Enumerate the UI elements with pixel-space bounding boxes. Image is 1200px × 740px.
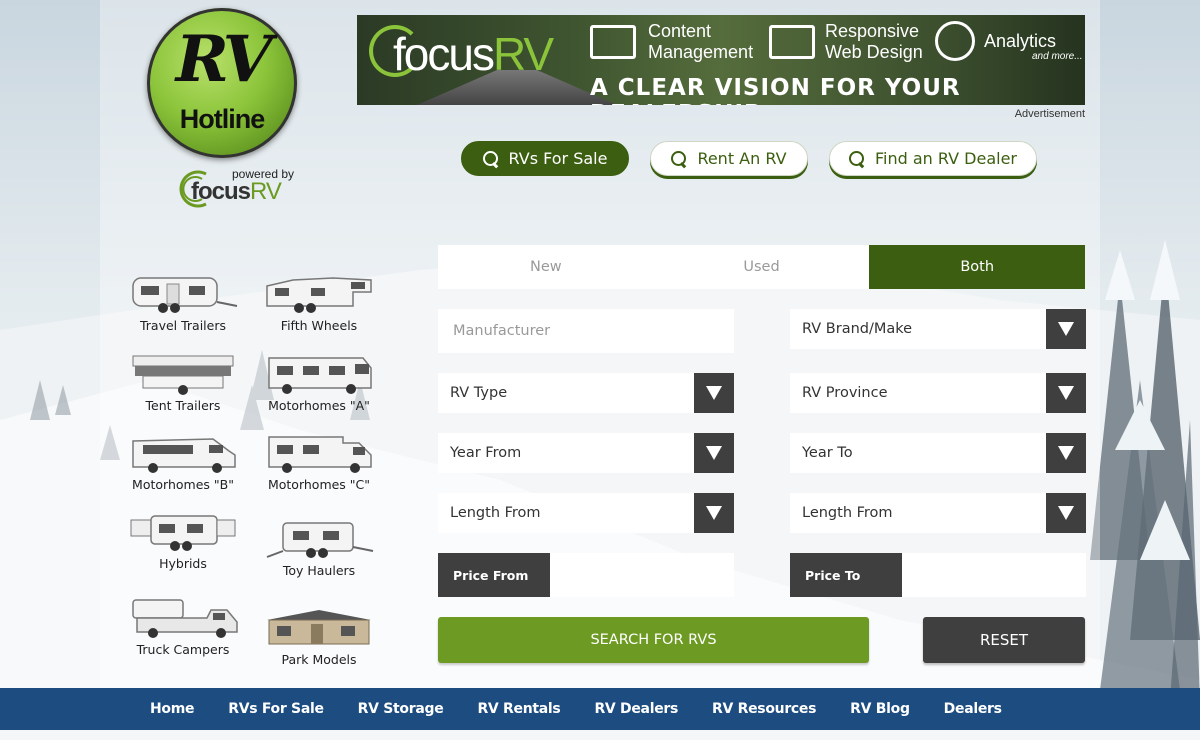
- search-icon: [848, 150, 865, 167]
- rv-type-park-models[interactable]: Park Models: [259, 606, 379, 667]
- banner-brand: focusRV: [393, 28, 554, 80]
- banner-feature-analytics: Analytics: [984, 31, 1057, 51]
- rv-type-label: Truck Campers: [136, 642, 230, 657]
- button-label: Find an RV Dealer: [874, 149, 1017, 168]
- price-to-input[interactable]: [902, 553, 1086, 597]
- rv-type-label: Toy Haulers: [282, 563, 356, 578]
- tab-new[interactable]: New: [438, 245, 654, 289]
- motorhome-c-icon: [268, 436, 372, 473]
- nav-rv-blog[interactable]: RV Blog: [850, 701, 910, 717]
- nav-rv-storage[interactable]: RV Storage: [358, 701, 444, 717]
- dropdown-arrow-icon: [694, 493, 734, 533]
- rv-type-travel-trailers[interactable]: Travel Trailers: [123, 272, 243, 333]
- nav-rv-dealers[interactable]: RV Dealers: [594, 701, 678, 717]
- reset-button[interactable]: RESET: [923, 617, 1085, 663]
- rv-type-label: Hybrids: [159, 556, 207, 571]
- year-to-select[interactable]: Year To: [790, 433, 1086, 473]
- content-management-icon: [590, 25, 636, 59]
- select-value: RV Province: [802, 385, 888, 401]
- select-value: Year To: [802, 445, 853, 461]
- button-label: RVs For Sale: [508, 149, 608, 168]
- button-label: Rent An RV: [697, 149, 787, 168]
- select-value: RV Brand/Make: [802, 321, 913, 337]
- main-navigation: Home RVs For Sale RV Storage RV Rentals …: [0, 688, 1200, 730]
- dropdown-arrow-icon: [1046, 493, 1086, 533]
- search-for-rvs-button[interactable]: SEARCH FOR RVS: [438, 617, 869, 663]
- nav-rv-rentals[interactable]: RV Rentals: [477, 701, 560, 717]
- year-from-select[interactable]: Year From: [438, 433, 734, 473]
- select-value: Length From: [802, 505, 893, 521]
- length-to-select[interactable]: Length From: [790, 493, 1086, 533]
- dropdown-arrow-icon: [694, 433, 734, 473]
- rv-type-fifth-wheels[interactable]: Fifth Wheels: [259, 272, 379, 333]
- rv-type-label: Fifth Wheels: [280, 318, 358, 333]
- focusrv-wordmark: focusRV: [191, 178, 282, 205]
- rv-hotline-logo[interactable]: RV Hotline: [147, 8, 297, 158]
- nav-rv-resources[interactable]: RV Resources: [712, 701, 816, 717]
- search-icon: [671, 150, 687, 167]
- rv-type-label: Motorhomes "B": [132, 477, 234, 492]
- logo-hotline-text: Hotline: [179, 104, 266, 134]
- banner-feature-content: Content Management: [648, 21, 754, 62]
- manufacturer-input[interactable]: [438, 309, 734, 353]
- price-to-field: Price To: [790, 553, 1086, 597]
- banner-feature-responsive: Responsive Web Design: [825, 21, 923, 62]
- park-model-icon: [267, 610, 371, 645]
- dropdown-arrow-icon: [1046, 309, 1086, 349]
- rv-type-motorhomes-a[interactable]: Motorhomes "A": [259, 352, 379, 413]
- rent-an-rv-button[interactable]: Rent An RV: [650, 141, 808, 176]
- select-value: Length From: [450, 505, 541, 521]
- condition-tabs: New Used Both: [438, 245, 1086, 289]
- fifth-wheel-icon: [266, 277, 372, 313]
- rv-type-label: Motorhomes "A": [268, 398, 370, 413]
- advertisement-label: Advertisement: [1014, 108, 1085, 120]
- rv-type-select[interactable]: RV Type: [438, 373, 734, 413]
- rvs-for-sale-button[interactable]: RVs For Sale: [461, 141, 629, 176]
- search-icon: [482, 150, 499, 167]
- dropdown-arrow-icon: [1046, 373, 1086, 413]
- footer-strip: [0, 730, 1200, 740]
- select-value: Year From: [450, 445, 522, 461]
- price-from-field: Price From: [438, 553, 734, 597]
- analytics-icon: [935, 21, 975, 61]
- dropdown-arrow-icon: [1046, 433, 1086, 473]
- banner-and-more: and more...: [1032, 51, 1083, 62]
- nav-dealers[interactable]: Dealers: [944, 701, 1002, 717]
- hybrid-icon: [130, 515, 236, 551]
- rv-type-toy-haulers[interactable]: Toy Haulers: [259, 517, 379, 578]
- motorhome-b-icon: [132, 438, 236, 473]
- truck-camper-icon: [132, 599, 238, 638]
- rv-type-tent-trailers[interactable]: Tent Trailers: [123, 352, 243, 413]
- responsive-design-icon: [769, 25, 815, 59]
- price-from-label: Price From: [438, 553, 550, 597]
- select-value: RV Type: [450, 385, 508, 401]
- find-rv-dealer-button[interactable]: Find an RV Dealer: [829, 141, 1037, 176]
- logo-rv-text: RV: [175, 22, 273, 97]
- focusrv-advertisement-banner[interactable]: focusRV Content Management Responsive We…: [357, 15, 1085, 105]
- rv-type-motorhomes-c[interactable]: Motorhomes "C": [259, 431, 379, 492]
- rv-type-label: Motorhomes "C": [267, 477, 371, 492]
- rv-type-truck-campers[interactable]: Truck Campers: [123, 596, 243, 657]
- tab-used[interactable]: Used: [654, 245, 870, 289]
- rv-type-motorhomes-b[interactable]: Motorhomes "B": [123, 431, 243, 492]
- rv-type-hybrids[interactable]: Hybrids: [123, 510, 243, 571]
- tent-trailer-icon: [132, 355, 234, 395]
- rv-type-label: Park Models: [281, 652, 357, 667]
- travel-trailer-icon: [132, 277, 238, 313]
- rv-type-label: Travel Trailers: [139, 318, 227, 333]
- toy-hauler-icon: [266, 522, 374, 558]
- dropdown-arrow-icon: [694, 373, 734, 413]
- rv-province-select[interactable]: RV Province: [790, 373, 1086, 413]
- nav-rvs-for-sale[interactable]: RVs For Sale: [228, 701, 324, 717]
- motorhome-a-icon: [268, 357, 372, 394]
- rv-brand-select[interactable]: RV Brand/Make: [790, 309, 1086, 349]
- focusrv-logo[interactable]: focusRV: [178, 168, 298, 210]
- nav-home[interactable]: Home: [150, 701, 195, 717]
- rv-type-label: Tent Trailers: [145, 398, 221, 413]
- length-from-select[interactable]: Length From: [438, 493, 734, 533]
- price-to-label: Price To: [790, 553, 902, 597]
- tab-both[interactable]: Both: [869, 245, 1086, 289]
- banner-tagline: A CLEAR VISION FOR YOUR DEALERSHIP: [590, 75, 961, 105]
- price-from-input[interactable]: [550, 553, 734, 597]
